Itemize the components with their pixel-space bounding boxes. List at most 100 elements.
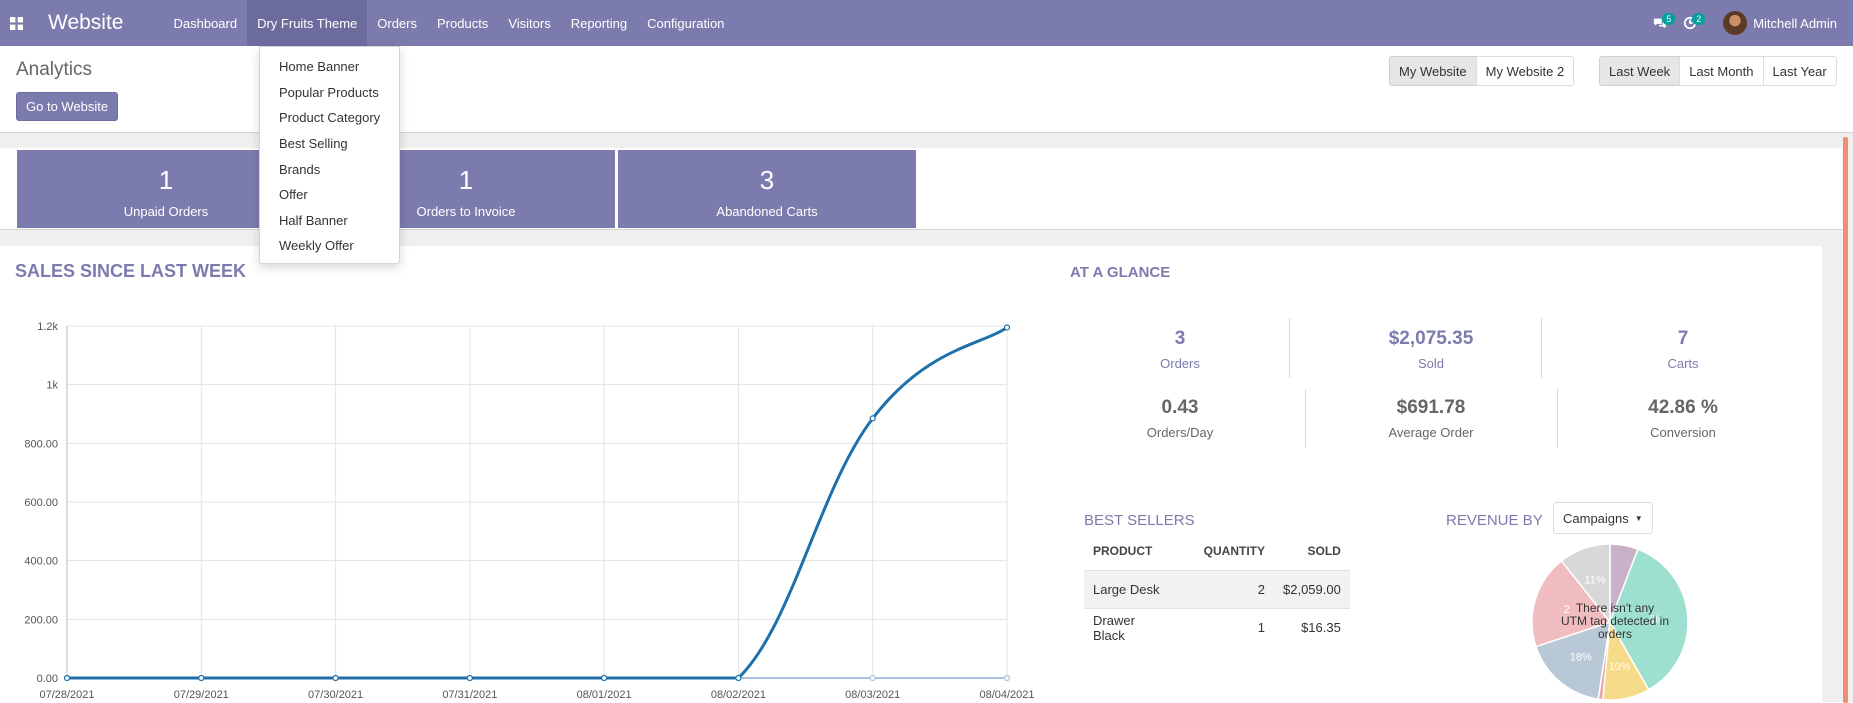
- stat-caption: Orders: [1160, 356, 1200, 371]
- pie-slice-label: 11%: [1585, 574, 1606, 586]
- menu-configuration[interactable]: Configuration: [637, 0, 734, 46]
- stat-value: 0.43: [1161, 397, 1199, 418]
- stat-divider: [1557, 389, 1558, 448]
- scrollbar[interactable]: [1843, 137, 1848, 703]
- menu-item-offer[interactable]: Offer: [260, 182, 399, 208]
- revenue-by-dropdown[interactable]: Campaigns ▼: [1553, 502, 1653, 534]
- x-tick-label: 08/03/2021: [845, 689, 900, 701]
- stat-caption: Conversion: [1650, 425, 1716, 440]
- stat-caption: Orders/Day: [1146, 425, 1214, 440]
- stat-caption: Carts: [1667, 356, 1699, 371]
- activities-badge: 2: [1692, 13, 1706, 25]
- dropdown-value: Campaigns: [1563, 510, 1629, 526]
- y-tick-label: 1k: [46, 380, 58, 392]
- col-sold: SOLD: [1307, 544, 1341, 558]
- x-tick-label: 07/29/2021: [174, 689, 229, 701]
- sales-line-chart: 0.00 200.00 400.00 600.00 800.00 1k 1.2k 07/28/…: [24, 321, 1034, 701]
- user-menu[interactable]: Mitchell Admin: [1723, 11, 1837, 35]
- period-last-year[interactable]: Last Year: [1762, 56, 1837, 86]
- x-tick-label: 08/02/2021: [711, 689, 766, 701]
- data-point: [466, 674, 473, 682]
- menu-item-weekly-offer[interactable]: Weekly Offer: [260, 233, 399, 259]
- x-tick-label: 07/28/2021: [39, 689, 94, 701]
- main-menu: Dashboard Dry Fruits Theme Orders Produc…: [163, 0, 734, 46]
- pie-slice-label: 18%: [1570, 652, 1592, 664]
- period-switcher: Last Week Last Month Last Year: [1599, 56, 1837, 86]
- app-brand[interactable]: Website: [48, 11, 123, 35]
- y-tick-label: 200.00: [24, 614, 58, 626]
- series-line: [66, 326, 1008, 680]
- data-point: [869, 674, 876, 682]
- period-last-week[interactable]: Last Week: [1599, 56, 1681, 86]
- cell-quantity: 1: [1176, 608, 1274, 647]
- best-sellers-table: PRODUCT QUANTITY SOLD Large Desk 2 $2,05…: [1084, 538, 1350, 647]
- x-tick-label: 08/01/2021: [577, 689, 632, 701]
- stat-sold[interactable]: $2,075.35 Sold: [1331, 328, 1531, 371]
- menu-visitors[interactable]: Visitors: [498, 0, 560, 46]
- menu-item-popular-products[interactable]: Popular Products: [260, 80, 399, 106]
- app-menu-icon[interactable]: [0, 0, 32, 46]
- page-title: Analytics: [16, 59, 93, 80]
- stat-value: 42.86 %: [1648, 397, 1718, 418]
- data-point: [332, 674, 339, 682]
- caret-down-icon: ▼: [1634, 513, 1643, 523]
- y-tick-label: 600.00: [24, 497, 58, 509]
- menu-products[interactable]: Products: [427, 0, 498, 46]
- activities-systray[interactable]: 2: [1675, 0, 1706, 46]
- menu-dry-fruits-theme[interactable]: Dry Fruits Theme: [247, 0, 368, 46]
- cell-product: Drawer Black: [1084, 608, 1176, 647]
- col-quantity: QUANTITY: [1203, 544, 1265, 558]
- systray: 5 2 Mitchell Admin: [1645, 0, 1853, 46]
- stat-divider: [1305, 389, 1306, 448]
- cell-sold: $16.35: [1274, 608, 1350, 647]
- y-tick-label: 800.00: [24, 438, 58, 450]
- kpi-abandoned-carts[interactable]: 3 Abandoned Carts: [618, 150, 916, 228]
- best-sellers-title: BEST SELLERS: [1084, 512, 1195, 529]
- website-my-website-2[interactable]: My Website 2: [1475, 56, 1575, 86]
- stat-orders[interactable]: 3 Orders: [1080, 328, 1280, 371]
- x-tick-label: 07/30/2021: [308, 689, 363, 701]
- kpi-label: Abandoned Carts: [716, 204, 818, 219]
- go-to-website-button[interactable]: Go to Website: [16, 92, 119, 121]
- data-point: [198, 674, 205, 682]
- revenue-empty-note: There isn't any UTM tag detected in orde…: [1560, 602, 1670, 641]
- data-point: [1003, 674, 1011, 682]
- user-name: Mitchell Admin: [1753, 15, 1837, 31]
- messages-systray[interactable]: 5: [1645, 0, 1676, 46]
- data-point: [1003, 324, 1011, 331]
- revenue-title: REVENUE BY: [1446, 512, 1543, 529]
- data-point: [869, 415, 876, 422]
- menu-orders[interactable]: Orders: [367, 0, 427, 46]
- stat-average-order: $691.78 Average Order: [1331, 397, 1531, 440]
- menu-dashboard[interactable]: Dashboard: [163, 0, 247, 46]
- stat-divider: [1541, 318, 1542, 378]
- avatar: [1723, 11, 1748, 35]
- period-last-month[interactable]: Last Month: [1679, 56, 1764, 86]
- stat-value: 3: [1174, 328, 1186, 349]
- website-my-website[interactable]: My Website: [1389, 56, 1477, 86]
- x-tick-label: 08/04/2021: [979, 689, 1034, 701]
- stat-conversion: 42.86 % Conversion: [1583, 397, 1783, 440]
- table-row[interactable]: Large Desk 2 $2,059.00: [1084, 570, 1350, 609]
- menu-item-best-selling[interactable]: Best Selling: [260, 131, 399, 157]
- menu-item-half-banner[interactable]: Half Banner: [260, 208, 399, 234]
- top-navbar: Website Dashboard Dry Fruits Theme Order…: [0, 0, 1853, 46]
- dry-fruits-theme-dropdown: Home Banner Popular Products Product Cat…: [259, 46, 400, 264]
- messages-badge: 5: [1662, 13, 1676, 25]
- table-row[interactable]: Drawer Black 1 $16.35: [1084, 608, 1350, 647]
- col-product: PRODUCT: [1093, 544, 1153, 558]
- menu-item-brands[interactable]: Brands: [260, 156, 399, 182]
- menu-reporting[interactable]: Reporting: [561, 0, 637, 46]
- menu-item-product-category[interactable]: Product Category: [260, 105, 399, 131]
- note-line: UTM tag detected in orders: [1560, 614, 1670, 641]
- stat-carts[interactable]: 7 Carts: [1583, 328, 1783, 371]
- pie-slice-label: 10%: [1609, 661, 1631, 673]
- table-header-row: PRODUCT QUANTITY SOLD: [1084, 538, 1350, 571]
- website-switcher: My Website My Website 2: [1389, 56, 1575, 86]
- data-point: [63, 674, 71, 682]
- data-point: [601, 674, 608, 682]
- data-point: [735, 674, 742, 682]
- cell-sold: $2,059.00: [1274, 570, 1350, 609]
- menu-item-home-banner[interactable]: Home Banner: [260, 54, 399, 80]
- x-tick-label: 07/31/2021: [442, 689, 497, 701]
